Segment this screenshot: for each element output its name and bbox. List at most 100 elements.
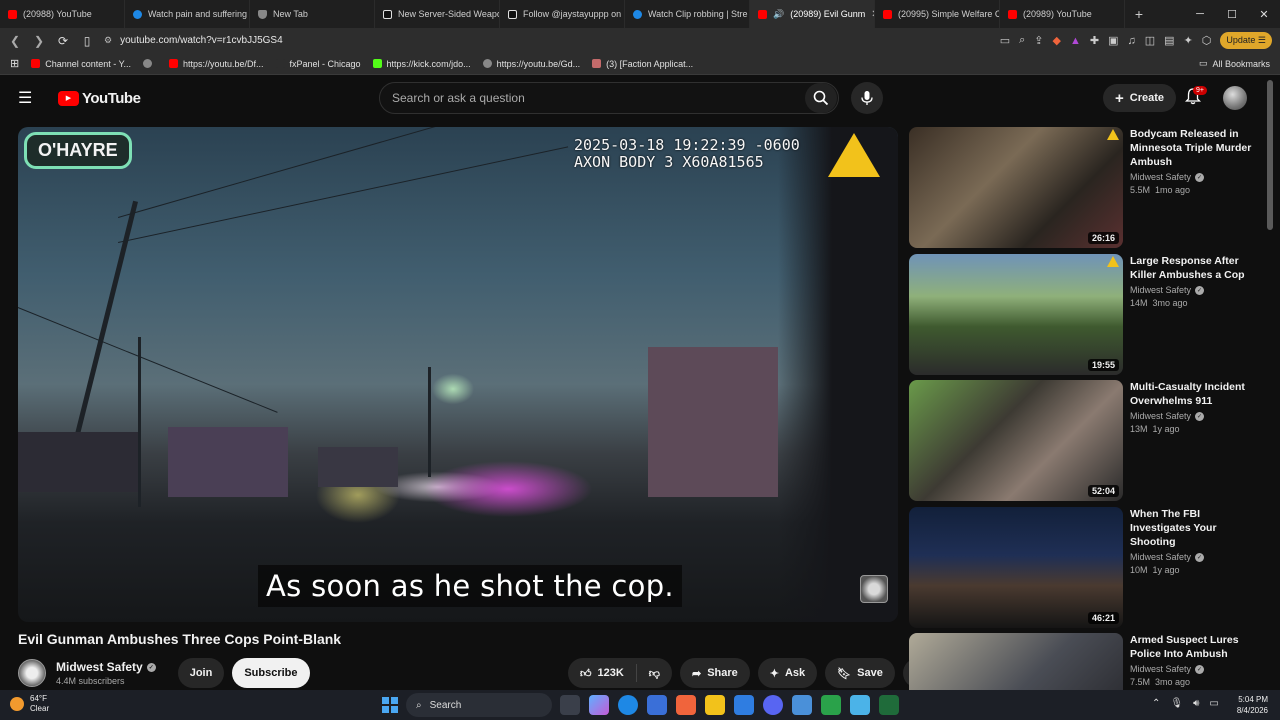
- taskbar-search[interactable]: ⌕ Search: [406, 693, 552, 717]
- browser-tab[interactable]: (20989) YouTube: [1000, 0, 1125, 28]
- bookmark-icon[interactable]: ▯: [80, 34, 94, 48]
- notepad-icon[interactable]: [792, 695, 812, 715]
- recommended-video[interactable]: Armed Suspect Lures Police Into Ambush M…: [909, 633, 1264, 690]
- taskbar-clock[interactable]: 5:04 PM 8/4/2026: [1224, 694, 1268, 716]
- channel-watermark[interactable]: [860, 575, 888, 603]
- search-input[interactable]: [392, 91, 805, 105]
- browser-tab-active[interactable]: 🔊(20989) Evil Gunm✕: [750, 0, 875, 28]
- update-button[interactable]: Update ☰: [1220, 32, 1272, 49]
- cast-icon[interactable]: ▭: [1000, 34, 1010, 47]
- recommended-video[interactable]: 46:21 When The FBI Investigates Your Sho…: [909, 507, 1264, 629]
- like-button[interactable]: 👍︎ 123K: [568, 658, 636, 688]
- all-bookmarks-label: All Bookmarks: [1212, 58, 1270, 69]
- chevron-up-icon[interactable]: ⌃: [1152, 698, 1160, 709]
- url-field[interactable]: ⚙ youtube.com/watch?v=r1cvbJJ5GS4: [104, 35, 990, 46]
- close-window-icon[interactable]: ✕: [1248, 0, 1280, 28]
- browser-tab[interactable]: New Tab: [250, 0, 375, 28]
- video-player[interactable]: O'HAYRE 2025-03-18 19:22:39 -0600 AXON B…: [18, 127, 898, 622]
- channel-name: Midwest Safety ✓: [1130, 664, 1258, 674]
- minimize-icon[interactable]: ─: [1184, 0, 1216, 28]
- voice-search-button[interactable]: [851, 82, 883, 114]
- brave-shield-icon[interactable]: ◆: [1053, 34, 1061, 47]
- browser-tab[interactable]: Watch pain and suffering: [125, 0, 250, 28]
- store-icon[interactable]: [647, 695, 667, 715]
- browser-tab[interactable]: (20988) YouTube: [0, 0, 125, 28]
- recommended-video[interactable]: 26:16 Bodycam Released in Minnesota Trip…: [909, 127, 1264, 249]
- video-thumbnail[interactable]: 26:16: [909, 127, 1123, 248]
- tab-search-icon[interactable]: ▤: [1164, 34, 1174, 47]
- bookmark-item[interactable]: https://youtu.be/Gd...: [482, 59, 580, 69]
- verified-icon: ✓: [1195, 411, 1205, 421]
- brave-browser-icon[interactable]: [676, 695, 696, 715]
- site-settings-icon[interactable]: ⚙: [104, 35, 112, 46]
- reload-icon[interactable]: ⟳: [56, 34, 70, 48]
- task-view-icon[interactable]: [560, 695, 580, 715]
- photos-icon[interactable]: [850, 695, 870, 715]
- leo-icon[interactable]: ✦: [1184, 34, 1193, 47]
- maximize-icon[interactable]: ☐: [1216, 0, 1248, 28]
- channel-name[interactable]: Midwest Safety ✓: [56, 660, 156, 674]
- terminal-icon[interactable]: [879, 695, 899, 715]
- tab-label: Watch Clip robbing | Stre: [648, 9, 748, 19]
- forward-icon[interactable]: ❯: [32, 34, 46, 48]
- menu-icon[interactable]: ☰: [18, 88, 46, 108]
- bookmark-item[interactable]: fxPanel - Chicago: [275, 59, 361, 69]
- browser-tab[interactable]: New Server-Sided Weapo: [375, 0, 500, 28]
- bookmark-label: Channel content - Y...: [45, 58, 131, 69]
- bookmark-item[interactable]: Channel content - Y...: [31, 59, 131, 69]
- bookmark-item[interactable]: https://kick.com/jdo...: [372, 59, 471, 69]
- media-icon[interactable]: ♫: [1128, 35, 1136, 47]
- zoom-icon[interactable]: ⌕: [1019, 34, 1025, 47]
- apps-grid-icon[interactable]: ⊞: [10, 57, 19, 70]
- search-button[interactable]: [805, 83, 837, 113]
- back-icon[interactable]: ❮: [8, 34, 22, 48]
- dislike-button[interactable]: 👎︎: [637, 658, 672, 688]
- channel-text: Midwest Safety: [1130, 411, 1192, 421]
- sidebar-toggle-icon[interactable]: ◫: [1145, 34, 1155, 47]
- xbox-icon[interactable]: [821, 695, 841, 715]
- edge-browser-icon[interactable]: [618, 695, 638, 715]
- account-avatar[interactable]: [1223, 86, 1247, 110]
- page-scrollbar[interactable]: [1267, 80, 1273, 230]
- video-thumbnail[interactable]: 19:55: [909, 254, 1123, 375]
- subscribe-button[interactable]: Subscribe: [232, 658, 310, 688]
- save-button[interactable]: 🔖︎ Save: [825, 658, 895, 688]
- windows-start-icon[interactable]: [382, 697, 398, 713]
- copilot-icon[interactable]: [589, 695, 609, 715]
- extensions-icon[interactable]: ✚: [1090, 34, 1099, 47]
- kick-icon: [372, 59, 382, 68]
- mail-icon[interactable]: [734, 695, 754, 715]
- youtube-logo[interactable]: ▶ YouTube: [58, 90, 141, 107]
- bookmark-item[interactable]: (3) [Faction Applicat...: [592, 59, 693, 69]
- bookmark-item[interactable]: https://youtu.be/Df...: [168, 59, 264, 69]
- join-button[interactable]: Join: [177, 658, 225, 688]
- rewards-icon[interactable]: ▲: [1070, 35, 1081, 47]
- video-thumbnail[interactable]: 46:21: [909, 507, 1123, 628]
- discord-icon[interactable]: [763, 695, 783, 715]
- bookmark-item[interactable]: [142, 59, 157, 68]
- file-explorer-icon[interactable]: [705, 695, 725, 715]
- browser-tab[interactable]: Follow @jaystayuppp on: [500, 0, 625, 28]
- video-thumbnail[interactable]: [909, 633, 1123, 690]
- share-button[interactable]: ➦ Share: [679, 658, 750, 688]
- recommended-video[interactable]: 52:04 Multi-Casualty Incident Overwhelms…: [909, 380, 1264, 502]
- new-tab-button[interactable]: +: [1125, 6, 1153, 22]
- all-bookmarks[interactable]: ▭ All Bookmarks: [1199, 58, 1270, 69]
- volume-icon[interactable]: 🔊︎: [1193, 698, 1199, 709]
- recommended-video[interactable]: 19:55 Large Response After Killer Ambush…: [909, 254, 1264, 376]
- browser-tab[interactable]: Watch Clip robbing | Stre: [625, 0, 750, 28]
- video-thumbnail[interactable]: 52:04: [909, 380, 1123, 501]
- browser-tab[interactable]: (20995) Simple Welfare C: [875, 0, 1000, 28]
- share-page-icon[interactable]: ⇪: [1034, 34, 1043, 47]
- video-meta: Multi-Casualty Incident Overwhelms 911 M…: [1130, 380, 1258, 502]
- weather-widget[interactable]: 64°F Clear: [10, 694, 49, 714]
- video-stats: 7.5M 3mo ago: [1130, 677, 1258, 687]
- ask-button[interactable]: ✦ Ask: [757, 658, 818, 688]
- wallet-icon[interactable]: ▣: [1108, 34, 1118, 47]
- vpn-icon[interactable]: ⬡: [1202, 34, 1212, 47]
- channel-avatar[interactable]: [18, 659, 46, 687]
- channel-text: Midwest Safety: [1130, 285, 1192, 295]
- network-icon[interactable]: ▭: [1209, 698, 1218, 709]
- microphone-tray-icon[interactable]: 🎙︎: [1170, 698, 1183, 709]
- create-button[interactable]: + Create: [1103, 84, 1177, 112]
